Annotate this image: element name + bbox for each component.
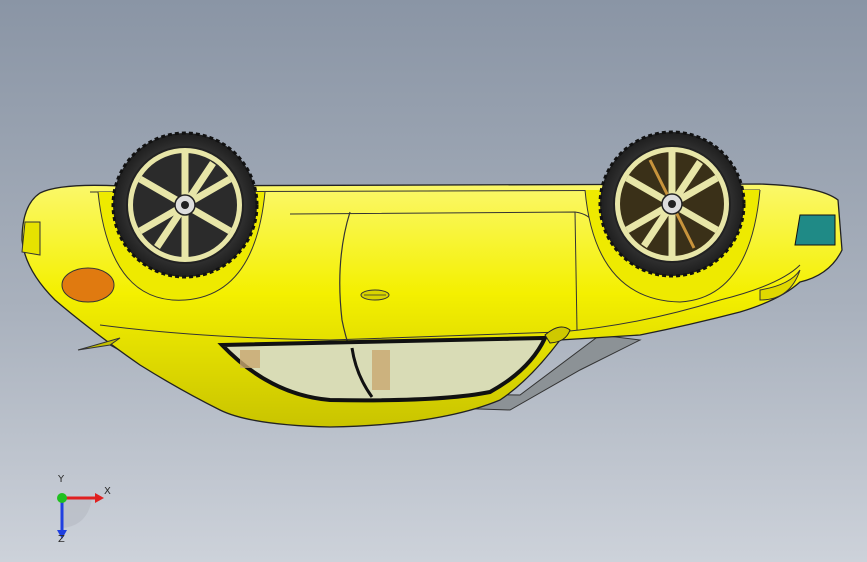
z-axis-label: Z	[58, 534, 65, 545]
rear-bumper	[21, 221, 41, 256]
front-accent	[794, 214, 836, 246]
car-model[interactable]	[0, 0, 867, 562]
front-wheel	[598, 130, 746, 278]
seat-left	[240, 350, 260, 368]
y-axis-dot	[57, 493, 67, 503]
axis-triad: X Y Z	[40, 474, 120, 548]
seat-right	[372, 350, 390, 390]
tail-light	[61, 267, 115, 303]
3d-viewport[interactable]: X Y Z	[0, 0, 867, 562]
rear-wheel	[111, 131, 259, 279]
y-axis-label: Y	[58, 474, 65, 485]
x-axis-label: X	[104, 486, 111, 497]
